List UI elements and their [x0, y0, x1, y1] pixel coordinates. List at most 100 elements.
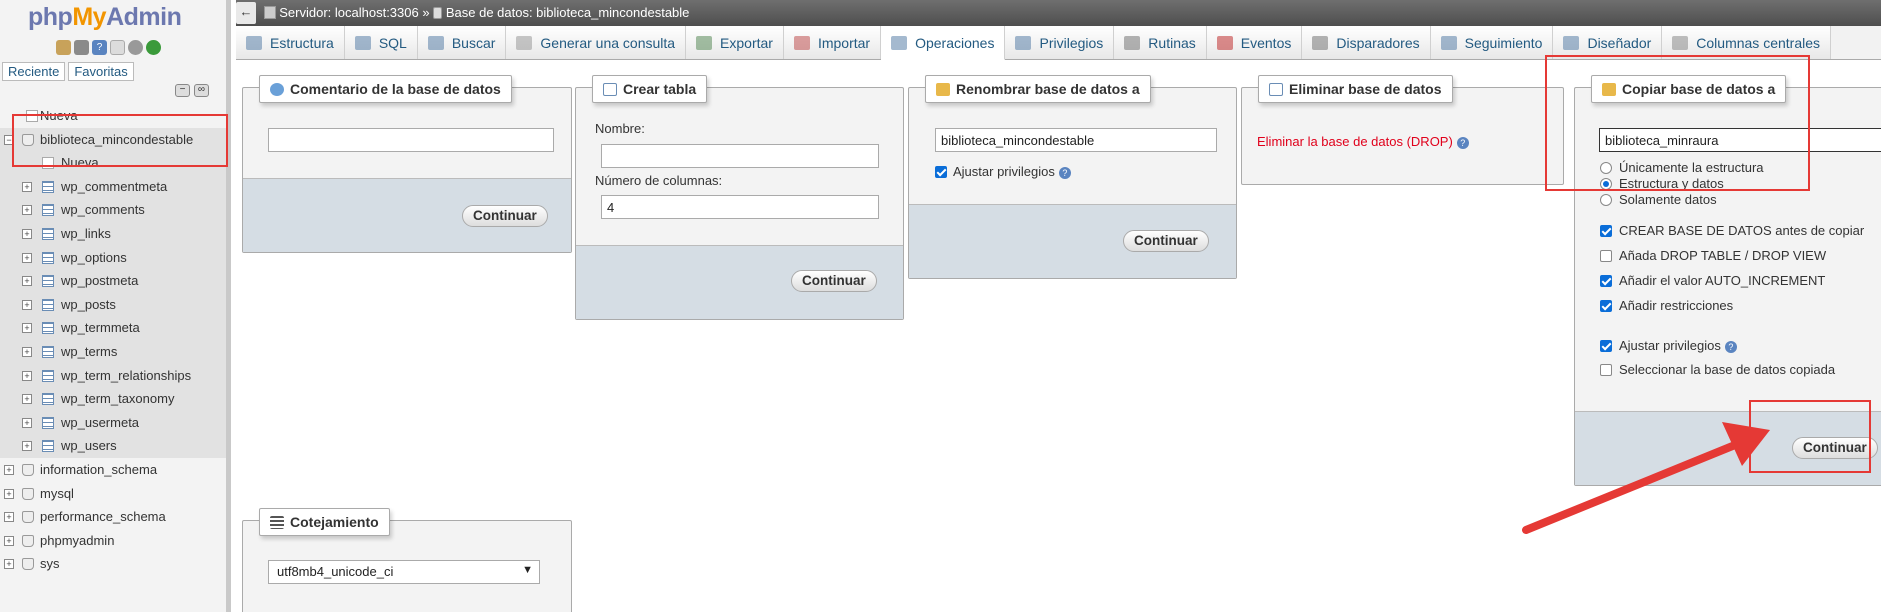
tree-table-item[interactable]: + wp_users	[0, 434, 226, 458]
reload-icon[interactable]	[146, 40, 161, 55]
tree-table-item[interactable]: + wp_comments	[0, 198, 226, 222]
tab-query[interactable]: Generar una consulta	[506, 26, 687, 59]
expand-toggle-icon[interactable]: +	[22, 394, 32, 405]
tracking-icon	[1440, 35, 1457, 50]
table-list: + wp_commentmeta + wp_comments + wp_links + wp_…	[0, 175, 226, 458]
expand-toggle-icon[interactable]: +	[4, 535, 14, 546]
tree-table-item[interactable]: + wp_usermeta	[0, 411, 226, 435]
expand-toggle-icon[interactable]: +	[22, 441, 32, 452]
drop-table-checkbox[interactable]	[1600, 250, 1612, 262]
pencil-icon	[936, 82, 950, 96]
tab-favorites[interactable]: Favoritas	[68, 62, 134, 81]
expand-toggle-icon[interactable]: +	[22, 323, 32, 334]
rename-db-input[interactable]	[935, 128, 1217, 152]
help-icon[interactable]: ?	[1456, 136, 1469, 149]
expand-toggle-icon[interactable]: +	[4, 512, 14, 523]
tree-table-item[interactable]: + wp_term_taxonomy	[0, 387, 226, 411]
expand-toggle-icon[interactable]: +	[22, 417, 32, 428]
tab-operations[interactable]: Operaciones	[881, 26, 1006, 60]
panel-footer: Continuar	[576, 245, 903, 319]
tree-table-item[interactable]: + wp_term_relationships	[0, 364, 226, 388]
settings-icon[interactable]	[128, 40, 143, 55]
navigation-sidebar: phpMyAdmin ? Reciente Favoritas − ∞ Nuev…	[0, 0, 231, 612]
select-copied-db-checkbox[interactable]	[1600, 364, 1612, 376]
tab-import[interactable]: Importar	[783, 26, 882, 59]
help-icon[interactable]: ?	[1724, 340, 1737, 353]
create-db-checkbox[interactable]	[1600, 225, 1612, 237]
rename-continue-button[interactable]: Continuar	[1123, 230, 1209, 252]
tree-db-item[interactable]: + phpmyadmin	[0, 529, 226, 553]
expand-toggle-icon[interactable]: +	[22, 370, 32, 381]
link-with-main-icon[interactable]: ∞	[194, 84, 209, 97]
tab-search[interactable]: Buscar	[417, 26, 507, 59]
expand-toggle-icon[interactable]: +	[22, 228, 32, 239]
tree-table-item[interactable]: + wp_posts	[0, 293, 226, 317]
tree-db-item[interactable]: + sys	[0, 552, 226, 576]
expand-toggle-icon[interactable]: +	[22, 181, 32, 192]
comment-panel: Comentario de la base de datos Continuar	[242, 75, 572, 253]
auto-increment-checkbox[interactable]	[1600, 275, 1612, 287]
sql-icon	[354, 35, 371, 50]
back-arrow-icon[interactable]: ←	[236, 2, 256, 24]
expand-toggle-icon[interactable]: +	[22, 299, 32, 310]
tree-table-item[interactable]: + wp_termmeta	[0, 316, 226, 340]
panel-title: Cotejamiento	[259, 508, 390, 536]
expand-toggle-icon[interactable]: +	[4, 559, 14, 570]
table-add-icon	[603, 82, 617, 96]
constraints-label: Añadir restricciones	[1619, 298, 1734, 313]
collapse-all-icon[interactable]: −	[175, 84, 190, 97]
drop-database-link[interactable]: Eliminar la base de datos (DROP)?	[1257, 134, 1469, 149]
import-icon	[793, 35, 810, 50]
tree-table-item[interactable]: + wp_options	[0, 246, 226, 270]
radio-data-only[interactable]	[1600, 194, 1612, 206]
help-icon[interactable]: ?	[92, 40, 107, 55]
tree-table-item[interactable]: + wp_postmeta	[0, 269, 226, 293]
server-icon	[263, 6, 276, 19]
columns-count-input[interactable]	[601, 195, 879, 219]
help-icon[interactable]: ?	[1058, 166, 1071, 179]
breadcrumb-server[interactable]: Servidor: localhost:3306	[279, 5, 418, 20]
panel-footer: Continuar	[243, 178, 571, 252]
tab-privileges[interactable]: Privilegios	[1005, 26, 1115, 59]
tree-table-item[interactable]: + wp_links	[0, 222, 226, 246]
logout-icon[interactable]	[74, 40, 89, 55]
other-databases: + information_schema + mysql + performance_sc…	[0, 458, 226, 576]
tree-table-item[interactable]: + wp_commentmeta	[0, 175, 226, 199]
tab-routines[interactable]: Rutinas	[1114, 26, 1207, 59]
tree-db-item[interactable]: + mysql	[0, 482, 226, 506]
tab-tracking[interactable]: Seguimiento	[1430, 26, 1554, 59]
tab-structure[interactable]: Estructura	[236, 26, 345, 59]
tab-export[interactable]: Exportar	[686, 26, 784, 59]
expand-toggle-icon[interactable]: +	[22, 205, 32, 216]
copy-adjust-privileges-checkbox[interactable]	[1600, 340, 1612, 352]
rename-adjust-privileges-checkbox[interactable]	[935, 166, 947, 178]
tab-triggers[interactable]: Disparadores	[1302, 26, 1431, 59]
table-name-input[interactable]	[601, 144, 879, 168]
db-comment-input[interactable]	[268, 128, 554, 152]
create-table-continue-button[interactable]: Continuar	[791, 270, 877, 292]
annotation-box-copy-title	[1545, 55, 1810, 191]
tab-recent[interactable]: Reciente	[2, 62, 66, 81]
table-icon	[42, 440, 54, 453]
table-name-label: Nombre:	[595, 121, 645, 136]
phpmyadmin-logo[interactable]: phpMyAdmin	[28, 3, 182, 32]
comment-continue-button[interactable]: Continuar	[462, 205, 548, 227]
panel-title: Crear tabla	[592, 75, 708, 103]
tree-table-item[interactable]: + wp_terms	[0, 340, 226, 364]
drop-table-label: Añada DROP TABLE / DROP VIEW	[1619, 248, 1827, 263]
tab-events[interactable]: Eventos	[1206, 26, 1303, 59]
home-icon[interactable]	[56, 40, 71, 55]
tree-db-item[interactable]: + information_schema	[0, 458, 226, 482]
expand-toggle-icon[interactable]: +	[4, 464, 14, 475]
breadcrumb-database[interactable]: Base de datos: biblioteca_mincondestable	[446, 5, 690, 20]
expand-toggle-icon[interactable]: +	[22, 252, 32, 263]
panel-title: Renombrar base de datos a	[925, 75, 1151, 103]
collation-select[interactable]: utf8mb4_unicode_ci ▼	[268, 560, 540, 584]
docs-icon[interactable]	[110, 40, 125, 55]
tab-sql[interactable]: SQL	[344, 26, 418, 59]
expand-toggle-icon[interactable]: +	[22, 276, 32, 287]
tree-db-item[interactable]: + performance_schema	[0, 505, 226, 529]
expand-toggle-icon[interactable]: +	[22, 346, 32, 357]
constraints-checkbox[interactable]	[1600, 300, 1612, 312]
expand-toggle-icon[interactable]: +	[4, 488, 14, 499]
